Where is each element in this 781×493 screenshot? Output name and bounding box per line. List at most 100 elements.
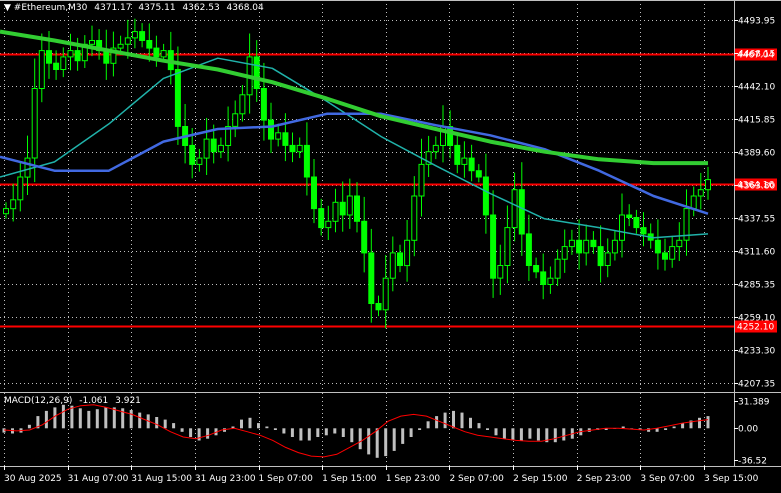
macd-bar <box>341 428 345 437</box>
price-tick-label: 4442.10 <box>738 83 775 93</box>
candle-body <box>697 189 704 197</box>
candle-body <box>117 43 124 49</box>
candle-body <box>303 144 310 178</box>
macd-bar <box>257 423 260 429</box>
candle-body <box>482 176 489 216</box>
macd-bar <box>61 404 65 429</box>
macd-bar <box>706 416 710 429</box>
candle-body <box>490 214 497 279</box>
macd-label: MACD(12,26,9) <box>4 396 73 406</box>
macd-bar <box>155 417 159 429</box>
macd-bar <box>367 428 371 455</box>
macd-bar <box>307 428 311 441</box>
candle-body <box>504 227 511 267</box>
candle-body <box>561 246 568 260</box>
candle-body <box>253 56 260 90</box>
macd-bar <box>401 428 405 444</box>
macd-tick-label: 0.00 <box>738 425 758 435</box>
macd-bar <box>324 428 328 436</box>
candle-body <box>282 132 289 146</box>
candle-body <box>619 214 625 241</box>
candle-body <box>196 157 203 165</box>
candle-body <box>325 220 332 229</box>
collapse-arrow-icon[interactable]: ▼ <box>4 3 11 13</box>
candle-body <box>576 239 583 254</box>
price-tick-label: 4259.10 <box>738 314 775 324</box>
candle-body <box>590 239 597 248</box>
macd-bar <box>698 417 701 429</box>
macd-bar <box>443 412 447 429</box>
candle-body <box>669 246 676 260</box>
candle-body <box>626 214 633 218</box>
candle-body <box>131 31 138 39</box>
candle-body <box>124 37 131 45</box>
macd-bar <box>511 428 515 441</box>
macd-bar <box>409 428 413 437</box>
macd-panel <box>2 404 710 458</box>
candle-body <box>203 138 210 159</box>
price-tick-label: 4337.55 <box>738 215 775 225</box>
macd-bar <box>375 428 379 458</box>
candle-body <box>547 277 554 286</box>
price-tick-label: 4285.35 <box>738 281 775 291</box>
macd-bar <box>494 428 498 436</box>
macd-bar <box>477 423 481 429</box>
candle-body <box>690 195 697 210</box>
macd-bar <box>502 428 506 439</box>
macd-bar <box>681 423 685 429</box>
macd-bar <box>138 412 142 429</box>
candle-body <box>432 144 439 153</box>
candle-body <box>31 88 38 159</box>
candle-body <box>3 208 9 215</box>
macd-bar <box>392 428 396 451</box>
candle-body <box>318 208 325 229</box>
macd-bar <box>621 426 625 429</box>
symbol-timeframe: #Ethereum,M30 <box>13 3 88 13</box>
high-value: 4375.11 <box>138 3 176 13</box>
macd-bar <box>316 428 320 437</box>
macd-bar <box>70 405 74 429</box>
candle-body <box>540 271 547 285</box>
macd-tick-label: -36.52 <box>738 457 767 467</box>
macd-bar <box>189 428 193 437</box>
chart-header: ▼ #Ethereum,M30 4371.17 4375.11 4362.53 … <box>4 3 264 13</box>
macd-bar <box>87 410 91 429</box>
price-tick-label: 4468.15 <box>738 50 775 60</box>
macd-tick-label: 31.389 <box>738 398 770 408</box>
candle-body <box>268 119 274 140</box>
open-value: 4371.17 <box>94 3 132 13</box>
price-tick-label: 4233.30 <box>738 347 775 357</box>
time-tick-label: 3 Sep 15:00 <box>704 474 759 484</box>
candle-body <box>705 179 711 191</box>
macd-bar <box>333 428 337 434</box>
macd-bar <box>27 424 31 429</box>
candle-body <box>17 176 24 201</box>
candle-body <box>411 195 418 241</box>
chart-window[interactable]: 4467.04 4364.16 4252.10 4493.95 4468.15 4442… <box>0 0 781 489</box>
level-label: 4252.10 <box>737 323 774 333</box>
macd-signal-line <box>3 404 709 458</box>
macd-bar <box>469 417 472 429</box>
macd-bar <box>299 428 303 441</box>
macd-bar <box>129 410 133 429</box>
macd-bar <box>435 416 439 429</box>
macd-bar <box>180 428 184 432</box>
candle-body <box>38 50 45 89</box>
time-tick-label: 31 Aug 15:00 <box>131 474 192 484</box>
macd-bar <box>282 428 286 434</box>
time-tick-label: 1 Sep 23:00 <box>386 474 441 484</box>
candle-body <box>604 252 611 266</box>
chart-canvas[interactable]: 4467.044364.164252.10 4493.954468.154442… <box>0 0 781 489</box>
candle-body <box>103 50 110 64</box>
candle-body <box>375 303 382 311</box>
candle-body <box>210 138 217 153</box>
candle-body <box>568 239 575 248</box>
time-tick-label: 3 Sep 07:00 <box>640 474 695 484</box>
price-tick-label: 4415.85 <box>738 116 775 126</box>
candle-body <box>153 47 160 58</box>
macd-signal-value: 3.921 <box>115 396 141 406</box>
candle-body <box>497 265 504 279</box>
candle-body <box>654 239 661 254</box>
candle-body <box>160 50 167 58</box>
macd-bar <box>273 428 277 430</box>
